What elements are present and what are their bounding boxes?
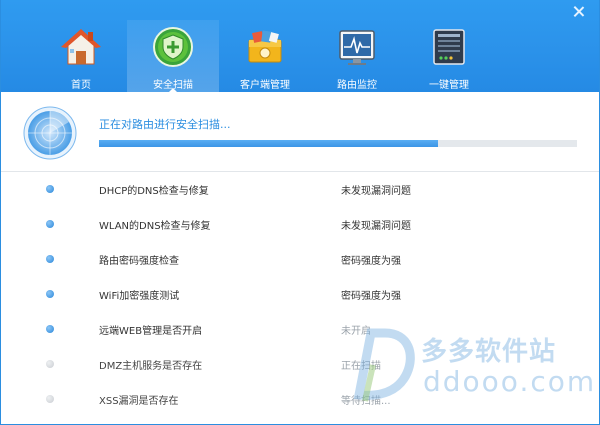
scan-item-result: 密码强度为强 — [341, 291, 401, 302]
nav-item-label: 首页 — [71, 80, 91, 91]
nav-item-home[interactable]: 首页 — [35, 20, 127, 92]
scan-item-row: WLAN的DNS检查与修复 未发现漏洞问题 — [1, 207, 599, 242]
nav-item-router-monitor[interactable]: 路由监控 — [311, 20, 403, 92]
scan-item-result: 等待扫描... — [341, 396, 391, 407]
scan-item-list: DHCP的DNS检查与修复 未发现漏洞问题 WLAN的DNS检查与修复 未发现漏洞问题… — [1, 172, 599, 417]
status-dot-icon — [46, 395, 54, 403]
shield-plus-icon — [153, 27, 193, 67]
scan-item-name: DMZ主机服务是否存在 — [99, 361, 203, 372]
scan-item-row: 远端WEB管理是否开启 未开启 — [1, 312, 599, 347]
scan-item-row: WiFi加密强度测试 密码强度为强 — [1, 277, 599, 312]
scan-item-result: 未发现漏洞问题 — [341, 186, 411, 197]
scan-item-row: DMZ主机服务是否存在 正在扫描 — [1, 347, 599, 382]
nav-item-label: 客户端管理 — [240, 80, 290, 91]
scan-item-name: DHCP的DNS检查与修复 — [99, 186, 209, 197]
scan-item-name: WLAN的DNS检查与修复 — [99, 221, 211, 232]
scan-status-text: 正在对路由进行安全扫描... — [99, 118, 231, 131]
scan-item-result: 未开启 — [341, 326, 371, 337]
toolbox-icon — [248, 30, 282, 63]
scan-item-row: XSS漏洞是否存在 等待扫描... — [1, 382, 599, 417]
nav-item-security-scan[interactable]: 安全扫描 — [127, 20, 219, 93]
home-icon — [61, 29, 101, 65]
status-dot-icon — [46, 255, 54, 263]
nav-item-client-management[interactable]: 客户端管理 — [219, 20, 311, 92]
scan-header: 正在对路由进行安全扫描... — [1, 92, 599, 172]
nav-item-label: 路由监控 — [337, 80, 377, 91]
top-nav-bar: 首页 安全扫描 客户端管理 路由监控 一键管理 — [1, 0, 599, 93]
scan-item-row: DHCP的DNS检查与修复 未发现漏洞问题 — [1, 172, 599, 207]
status-dot-icon — [46, 360, 54, 368]
close-icon[interactable] — [571, 4, 587, 20]
scan-item-result: 正在扫描 — [341, 361, 381, 372]
status-dot-icon — [46, 325, 54, 333]
status-dot-icon — [46, 185, 54, 193]
main-nav: 首页 安全扫描 客户端管理 路由监控 一键管理 — [35, 20, 495, 93]
status-dot-icon — [46, 290, 54, 298]
app-window: 首页 安全扫描 客户端管理 路由监控 一键管理 正在对路由进行安全扫描... D… — [0, 0, 600, 425]
nav-item-label: 安全扫描 — [153, 80, 193, 91]
scan-item-name: 远端WEB管理是否开启 — [99, 326, 203, 337]
scan-item-name: XSS漏洞是否存在 — [99, 396, 179, 407]
scan-item-result: 未发现漏洞问题 — [341, 221, 411, 232]
scan-progress-fill — [99, 140, 439, 147]
radar-icon — [23, 106, 77, 160]
router-panel-icon — [433, 29, 465, 65]
scan-progress-bar — [99, 140, 577, 147]
nav-item-label: 一键管理 — [429, 80, 469, 91]
scan-item-name: WiFi加密强度测试 — [99, 291, 180, 302]
scan-item-name: 路由密码强度检查 — [99, 256, 179, 267]
scan-item-row: 路由密码强度检查 密码强度为强 — [1, 242, 599, 277]
status-dot-icon — [46, 220, 54, 228]
monitor-pulse-icon — [339, 30, 375, 65]
nav-item-one-click-management[interactable]: 一键管理 — [403, 20, 495, 92]
scan-item-result: 密码强度为强 — [341, 256, 401, 267]
